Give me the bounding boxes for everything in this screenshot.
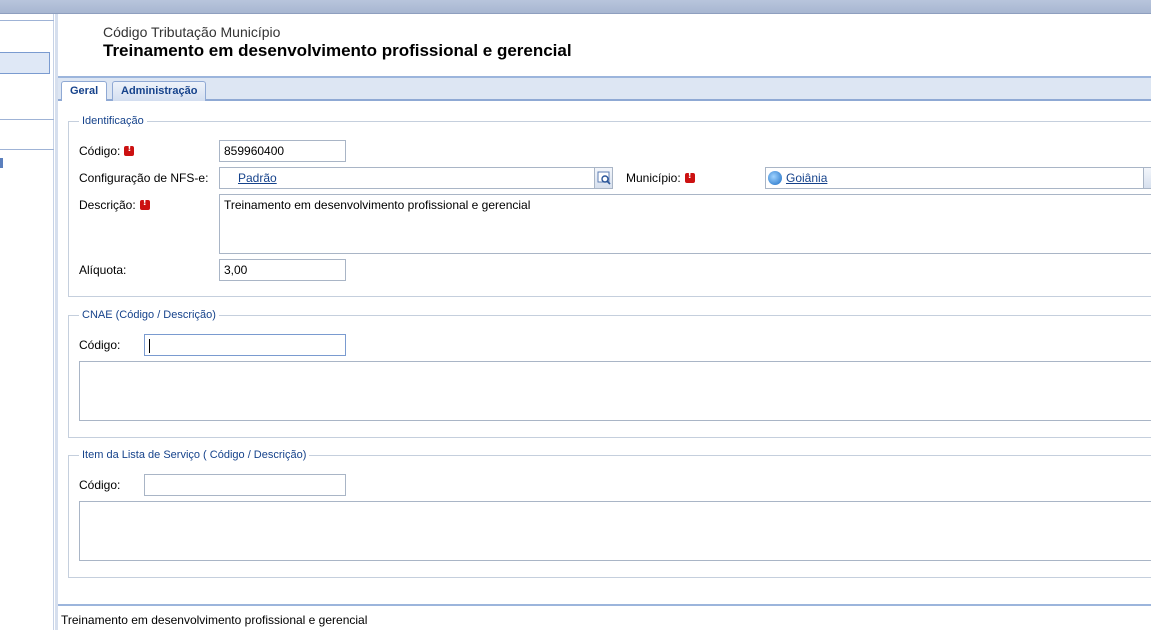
lookup-button[interactable] (594, 168, 612, 188)
cnae-results-grid[interactable] (79, 361, 1151, 421)
configuracao-nfse-link[interactable]: Padrão (238, 171, 277, 185)
aliquota-field[interactable]: 3,00 (219, 259, 346, 281)
descricao-textarea[interactable]: Treinamento em desenvolvimento profissio… (219, 194, 1151, 254)
required-icon (124, 144, 135, 156)
item-lista-codigo-label: Código: (79, 478, 121, 492)
sidebar-divider (0, 119, 54, 120)
configuracao-nfse-lookup[interactable]: Padrão (219, 167, 613, 189)
municipio-lookup[interactable]: Goiânia (765, 167, 1151, 189)
tab-administracao[interactable]: Administração (112, 81, 207, 101)
status-text: Treinamento em desenvolvimento profissio… (61, 613, 368, 627)
page-subtitle: Código Tributação Município (103, 24, 281, 40)
required-icon (684, 171, 695, 183)
identificacao-legend: Identificação (82, 115, 144, 127)
tab-geral[interactable]: Geral (61, 81, 108, 102)
codigo-field[interactable]: 859960400 (219, 140, 346, 162)
item-lista-results-grid[interactable] (79, 501, 1151, 561)
municipio-lookup-button[interactable] (1143, 168, 1151, 188)
main-panel: Código Tributação Município Treinamento … (58, 14, 1151, 630)
sidebar-divider (0, 149, 54, 150)
municipio-link[interactable]: Goiânia (786, 171, 827, 185)
tab-content: Identificação Código: 859960400 Configur… (58, 101, 1151, 604)
item-lista-codigo-input[interactable] (144, 474, 346, 496)
sidebar-item-marker[interactable] (0, 158, 3, 168)
status-bar: Treinamento em desenvolvimento profissio… (58, 604, 1151, 630)
aliquota-label: Alíquota: (79, 263, 127, 277)
cnae-legend: CNAE (Código / Descrição) (82, 309, 216, 321)
page-header: Código Tributação Município Treinamento … (58, 14, 1151, 76)
page-title: Treinamento em desenvolvimento profissio… (103, 41, 572, 60)
top-bar (0, 0, 1151, 14)
sidebar-item-selected[interactable] (0, 52, 50, 74)
descricao-label: Descrição: (79, 198, 150, 212)
text-caret (149, 338, 150, 353)
sidebar-divider (0, 20, 54, 21)
sidebar (0, 14, 54, 630)
cnae-codigo-input[interactable] (144, 334, 346, 356)
item-lista-legend: Item da Lista de Serviço ( Código / Desc… (82, 449, 307, 461)
lookup-icon (597, 171, 611, 185)
codigo-label: Código: (79, 144, 135, 158)
globe-icon (768, 171, 782, 185)
municipio-label: Município: (626, 171, 695, 185)
tab-bar: Geral Administração (58, 76, 1151, 102)
configuracao-nfse-label: Configuração de NFS-e: (79, 171, 209, 185)
required-icon (139, 198, 150, 210)
cnae-codigo-label: Código: (79, 338, 121, 352)
